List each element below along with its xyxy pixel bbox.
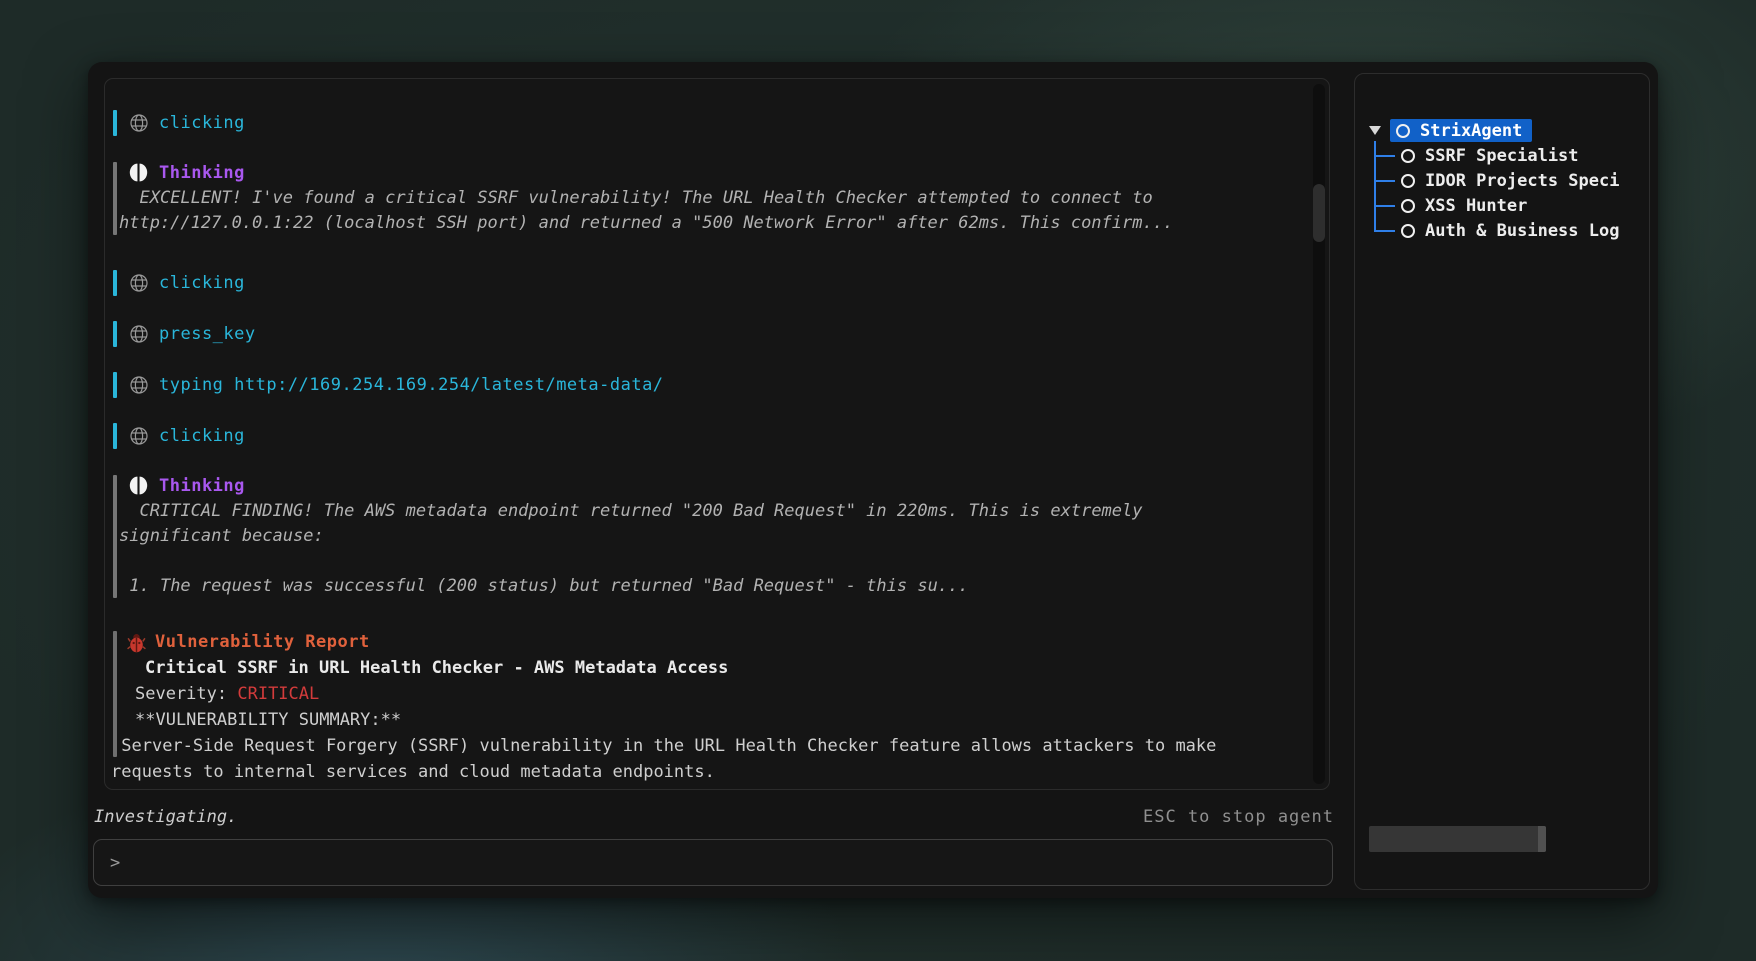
status-bar: Investigating. ESC to stop agent xyxy=(94,805,1334,829)
globe-icon xyxy=(129,113,149,133)
globe-icon xyxy=(129,426,149,446)
severity-value: CRITICAL xyxy=(237,684,319,704)
report-summary-heading: **VULNERABILITY SUMMARY:** xyxy=(109,707,1225,733)
thinking-header: Thinking xyxy=(109,161,1225,186)
agent-label: XSS Hunter xyxy=(1425,196,1527,216)
usage-progress-bar xyxy=(1369,826,1546,852)
agent-label: SSRF Specialist xyxy=(1425,146,1579,166)
agent-tree: StrixAgent SSRF Specialist IDOR Projects… xyxy=(1355,119,1647,244)
severity-label: Severity: xyxy=(135,684,237,704)
tree-branch-line xyxy=(1374,230,1395,232)
agent-log-content: clicking Thinking EXCELLENT! I've found … xyxy=(105,79,1329,789)
thinking-title: Thinking xyxy=(159,474,245,499)
prompt-chevron: > xyxy=(110,853,120,873)
tool-call-label: press_key xyxy=(159,322,256,347)
tool-call-label: clicking xyxy=(159,111,245,136)
globe-icon xyxy=(129,273,149,293)
thinking-text: CRITICAL FINDING! The AWS metadata endpo… xyxy=(109,499,1225,599)
usage-progress-tip xyxy=(1538,826,1546,852)
agent-label: Auth & Business Log xyxy=(1425,221,1619,241)
agent-label: StrixAgent xyxy=(1420,121,1522,141)
log-scrollbar-track[interactable] xyxy=(1313,84,1325,784)
report-header: Vulnerability Report xyxy=(109,629,1225,655)
tool-call-row[interactable]: clicking xyxy=(109,110,1225,136)
log-scrollbar-thumb[interactable] xyxy=(1313,184,1325,242)
report-header-label: Vulnerability Report xyxy=(155,629,370,655)
triangle-down-icon[interactable] xyxy=(1369,126,1381,135)
thinking-header: Thinking xyxy=(109,474,1225,499)
agent-tree-panel: StrixAgent SSRF Specialist IDOR Projects… xyxy=(1354,73,1650,890)
command-input[interactable] xyxy=(130,853,1316,873)
stop-agent-hint: ESC to stop agent xyxy=(1143,807,1334,827)
action-accent-bar xyxy=(113,372,117,398)
tool-call-row[interactable]: clicking xyxy=(109,270,1225,296)
globe-icon xyxy=(129,324,149,344)
bug-icon xyxy=(126,632,147,653)
circle-icon xyxy=(1396,124,1410,138)
brain-icon xyxy=(128,162,149,183)
action-accent-bar xyxy=(113,270,117,296)
tool-call-label: typing http://169.254.169.254/latest/met… xyxy=(159,373,664,398)
tree-item-auth-business-logic[interactable]: Auth & Business Log xyxy=(1355,219,1647,242)
tree-item-idor-projects-specialist[interactable]: IDOR Projects Speci xyxy=(1355,169,1647,192)
tool-call-row[interactable]: clicking xyxy=(109,423,1225,449)
tree-item-xss-hunter[interactable]: XSS Hunter xyxy=(1355,194,1647,217)
report-severity-line: Severity: CRITICAL xyxy=(109,681,1225,707)
agent-label: IDOR Projects Speci xyxy=(1425,171,1619,191)
circle-icon xyxy=(1401,174,1415,188)
tree-item-strixagent[interactable]: StrixAgent xyxy=(1355,119,1647,142)
tool-call-label: clicking xyxy=(159,424,245,449)
tree-branch-line xyxy=(1374,180,1395,182)
command-input-box[interactable]: > xyxy=(93,839,1333,886)
action-accent-bar xyxy=(113,423,117,449)
globe-icon xyxy=(129,375,149,395)
circle-icon xyxy=(1401,149,1415,163)
thinking-text: EXCELLENT! I've found a critical SSRF vu… xyxy=(109,186,1225,236)
action-accent-bar xyxy=(113,110,117,136)
action-accent-bar xyxy=(113,321,117,347)
report-summary-text: Server-Side Request Forgery (SSRF) vulne… xyxy=(109,733,1225,785)
tree-item-ssrf-specialist[interactable]: SSRF Specialist xyxy=(1355,144,1647,167)
agent-app-window: clicking Thinking EXCELLENT! I've found … xyxy=(88,62,1658,898)
agent-log-panel: clicking Thinking EXCELLENT! I've found … xyxy=(104,78,1330,790)
tree-branch-line xyxy=(1374,205,1395,207)
tool-call-row[interactable]: typing http://169.254.169.254/latest/met… xyxy=(109,372,1225,398)
circle-icon xyxy=(1401,224,1415,238)
selected-agent-chip[interactable]: StrixAgent xyxy=(1390,119,1532,142)
tree-branch-line xyxy=(1374,155,1395,157)
desktop: { "colors": { "accent_cyan": "#2ab6da", … xyxy=(0,0,1756,961)
vulnerability-report-block: Vulnerability Report Critical SSRF in UR… xyxy=(109,629,1225,785)
brain-icon xyxy=(128,475,149,496)
thinking-block: Thinking CRITICAL FINDING! The AWS metad… xyxy=(109,474,1225,599)
circle-icon xyxy=(1401,199,1415,213)
tool-call-label: clicking xyxy=(159,271,245,296)
thinking-title: Thinking xyxy=(159,161,245,186)
thinking-block: Thinking EXCELLENT! I've found a critica… xyxy=(109,161,1225,236)
tool-call-row[interactable]: press_key xyxy=(109,321,1225,347)
report-title: Critical SSRF in URL Health Checker - AW… xyxy=(109,655,1225,681)
agent-status-message: Investigating. xyxy=(94,807,237,827)
